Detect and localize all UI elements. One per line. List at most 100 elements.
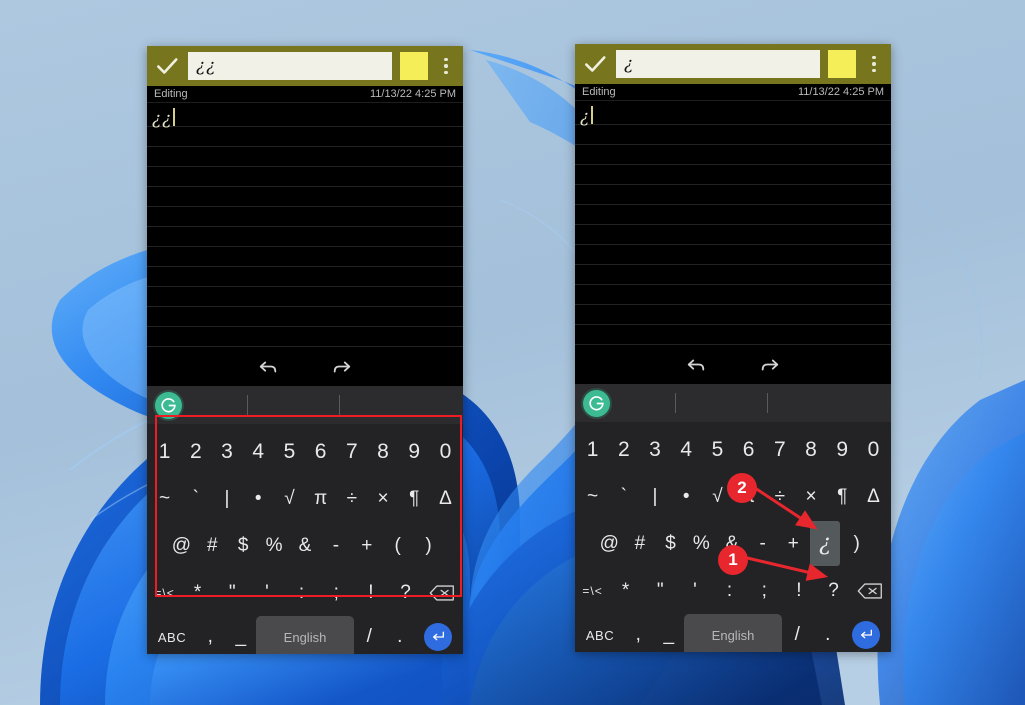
note-color-swatch[interactable] [400,52,428,80]
grammarly-icon[interactable] [583,389,610,417]
key-5[interactable]: 5 [274,428,305,475]
key-paren-open[interactable]: ( [382,522,413,569]
key-bullet[interactable]: • [671,473,702,520]
grammarly-icon[interactable] [155,391,182,419]
key-at[interactable]: @ [594,520,625,567]
key-pipe[interactable]: | [211,475,242,522]
key-semicolon[interactable]: ; [319,569,354,616]
key-tilde[interactable]: ~ [149,475,180,522]
key-6[interactable]: 6 [305,428,336,475]
check-icon[interactable] [582,51,608,77]
key-spacebar[interactable]: English [684,614,782,652]
key-backspace[interactable] [423,569,461,616]
key-slash[interactable]: / [354,616,385,654]
key-8[interactable]: 8 [795,426,826,473]
key-dollar[interactable]: $ [655,520,686,567]
note-text-area[interactable]: ¿¿ [147,103,463,348]
key-exclamation[interactable]: ! [354,569,389,616]
key-2[interactable]: 2 [180,428,211,475]
key-divide[interactable]: ÷ [336,475,367,522]
key-delta[interactable]: Δ [430,475,461,522]
note-text-area[interactable]: ¿ [575,101,891,346]
key-period[interactable]: . [385,616,416,654]
key-0[interactable]: 0 [858,426,889,473]
key-single-quote[interactable]: ' [678,567,713,614]
key-sqrt[interactable]: √ [274,475,305,522]
key-ampersand[interactable]: & [290,522,321,569]
key-paren-close[interactable]: ) [413,522,444,569]
note-title-input[interactable]: ¿¿ [188,52,392,80]
key-underscore[interactable]: _ [226,616,257,654]
key-3[interactable]: 3 [639,426,670,473]
key-abc-toggle[interactable]: ABC [149,616,195,654]
redo-icon[interactable] [331,356,353,378]
key-inverted-question-popup[interactable]: ¿ [809,521,841,566]
key-minus[interactable]: - [320,522,351,569]
key-period[interactable]: . [813,614,844,652]
key-backtick[interactable]: ` [180,475,211,522]
key-divide[interactable]: ÷ [764,473,795,520]
key-5[interactable]: 5 [702,426,733,473]
key-tilde[interactable]: ~ [577,473,608,520]
key-pilcrow[interactable]: ¶ [399,475,430,522]
key-single-quote[interactable]: ' [250,569,285,616]
key-backtick[interactable]: ` [608,473,639,520]
key-enter[interactable] [415,616,461,654]
key-at[interactable]: @ [166,522,197,569]
key-semicolon[interactable]: ; [747,567,782,614]
key-symbol-page-toggle[interactable]: =\< [577,567,608,614]
key-hash[interactable]: # [625,520,656,567]
key-plus[interactable]: + [778,520,809,567]
key-underscore[interactable]: _ [654,614,685,652]
key-question[interactable]: ? [816,567,851,614]
key-9[interactable]: 9 [399,428,430,475]
check-icon[interactable] [154,53,180,79]
key-pi[interactable]: π [305,475,336,522]
redo-icon[interactable] [759,354,781,376]
key-8[interactable]: 8 [367,428,398,475]
key-dollar[interactable]: $ [228,522,259,569]
key-pipe[interactable]: | [639,473,670,520]
key-comma[interactable]: , [623,614,654,652]
key-abc-toggle[interactable]: ABC [577,614,623,652]
key-colon[interactable]: : [284,569,319,616]
key-4[interactable]: 4 [671,426,702,473]
key-percent[interactable]: % [686,520,717,567]
key-4[interactable]: 4 [243,428,274,475]
key-exclamation[interactable]: ! [782,567,817,614]
key-backspace[interactable] [851,567,889,614]
key-multiply[interactable]: × [367,475,398,522]
undo-icon[interactable] [685,354,707,376]
key-bullet[interactable]: • [243,475,274,522]
note-color-swatch[interactable] [828,50,856,78]
key-double-quote[interactable]: " [643,567,678,614]
note-title-input[interactable]: ¿ [616,50,820,78]
key-7[interactable]: 7 [764,426,795,473]
key-paren-close[interactable]: ) [841,520,872,567]
key-enter[interactable] [843,614,889,652]
key-percent[interactable]: % [259,522,290,569]
key-delta[interactable]: Δ [858,473,889,520]
key-2[interactable]: 2 [608,426,639,473]
key-spacebar[interactable]: English [256,616,354,654]
key-0[interactable]: 0 [430,428,461,475]
key-slash[interactable]: / [782,614,813,652]
key-3[interactable]: 3 [211,428,242,475]
key-asterisk[interactable]: * [180,569,215,616]
overflow-menu-icon[interactable] [436,52,456,80]
key-multiply[interactable]: × [795,473,826,520]
undo-icon[interactable] [257,356,279,378]
key-minus[interactable]: - [747,520,778,567]
key-comma[interactable]: , [195,616,226,654]
key-1[interactable]: 1 [149,428,180,475]
key-pilcrow[interactable]: ¶ [827,473,858,520]
key-7[interactable]: 7 [336,428,367,475]
key-symbol-page-toggle[interactable]: =\< [149,569,180,616]
key-asterisk[interactable]: * [608,567,643,614]
key-hash[interactable]: # [197,522,228,569]
key-1[interactable]: 1 [577,426,608,473]
key-question[interactable]: ? [388,569,423,616]
overflow-menu-icon[interactable] [864,50,884,78]
key-6[interactable]: 6 [733,426,764,473]
key-9[interactable]: 9 [827,426,858,473]
